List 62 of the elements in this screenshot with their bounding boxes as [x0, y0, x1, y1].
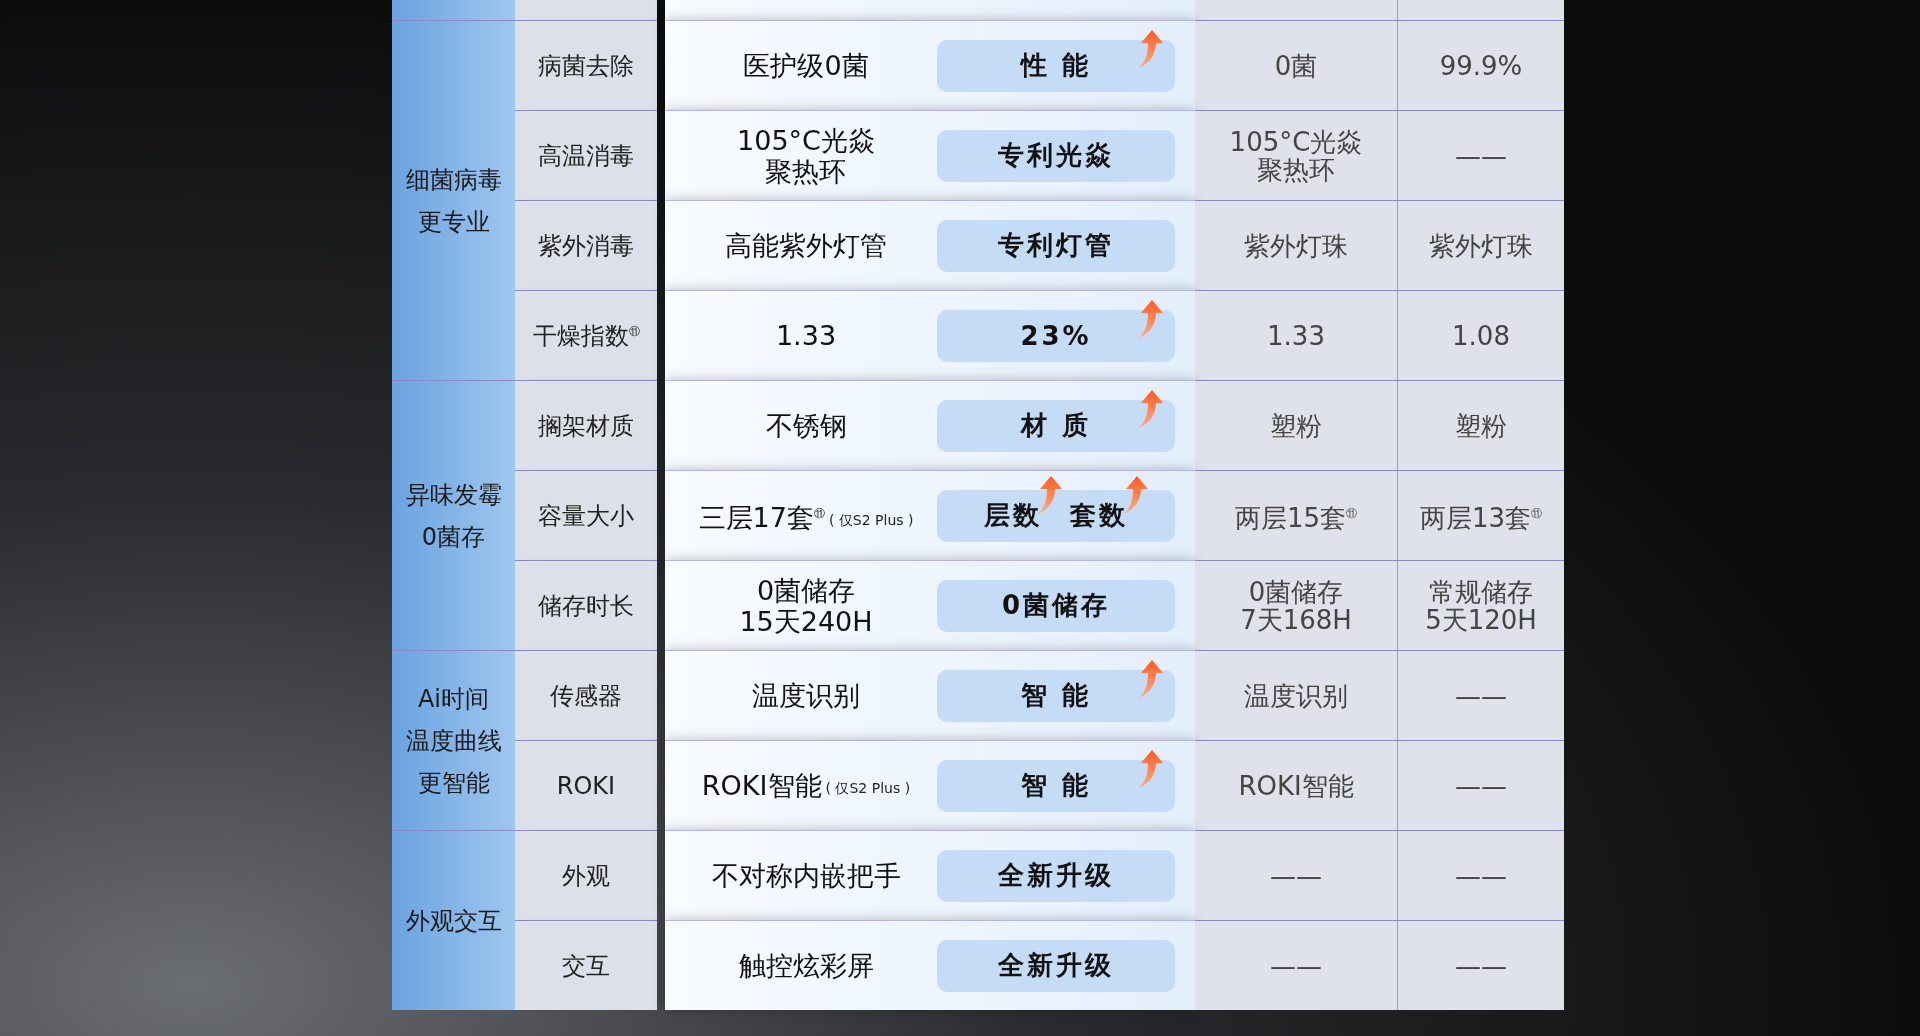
tag-label: 智 能	[1020, 769, 1092, 802]
competitor-value: 温度识别	[1244, 681, 1348, 710]
tag-label: 0菌储存	[1001, 589, 1111, 622]
competitor-value: 塑粉	[1270, 411, 1322, 440]
feature-label: 传感器	[550, 680, 622, 712]
spec-value: 三层17套$^{⑪}$	[698, 501, 825, 533]
tag-label: 智 能	[1020, 679, 1092, 712]
competitor-value: 105°C光焱 聚热环	[1229, 127, 1363, 184]
competitor-value: 1.33	[1267, 321, 1325, 350]
feature-label: 干燥指数$^{⑪}$	[532, 320, 640, 352]
competitor-value: 紫外灯珠	[1429, 231, 1533, 260]
spec-value: 不对称内嵌把手	[711, 860, 901, 891]
feature-label: ROKI	[556, 771, 616, 800]
feature-label: 容量大小	[538, 500, 634, 532]
tag-label: 全新升级	[998, 859, 1114, 892]
model-note: ( 仅S2 Plus )	[828, 512, 914, 530]
tag-label: 层数	[984, 499, 1042, 532]
spec-value: 0菌储存 15天240H	[739, 574, 873, 637]
feature-label: 搁架材质	[538, 410, 634, 442]
spec-value: 高能紫外灯管	[725, 230, 887, 261]
competitor-value: ——	[1455, 141, 1507, 170]
tag-label: 专利灯管	[998, 229, 1114, 262]
spec-value: 温度识别	[752, 680, 860, 711]
category-label: 细菌病毒 更专业	[405, 164, 502, 238]
model-note: ( 仅S2 Plus )	[825, 780, 911, 798]
competitor-value: 紫外灯珠	[1244, 231, 1348, 260]
competitor-value: ——	[1270, 951, 1322, 980]
competitor-value: 0菌储存 7天168H	[1240, 577, 1352, 634]
competitor-value: ——	[1270, 861, 1322, 890]
competitor-value: ROKI智能	[1238, 771, 1354, 800]
competitor-value: ——	[1455, 771, 1507, 800]
competitor-value: 1.08	[1452, 321, 1510, 350]
spec-value: 医护级0菌	[743, 50, 869, 81]
competitor-value: 0菌	[1274, 51, 1318, 80]
category-label: Ai时间 温度曲线 更智能	[405, 683, 502, 799]
spec-value: 1.33	[775, 320, 837, 351]
competitor-value: 两层15套$^{⑪}$	[1234, 501, 1358, 532]
feature-label: 高温消毒	[538, 140, 634, 172]
category-label: 异味发霉 0菌存	[405, 479, 502, 553]
spec-value: 不锈钢	[765, 410, 847, 441]
competitor-value: 两层13套$^{⑪}$	[1419, 501, 1543, 532]
competitor-value: 99.9%	[1439, 51, 1523, 80]
tag-label: 全新升级	[998, 949, 1114, 982]
spec-value: 触控炫彩屏	[738, 950, 874, 981]
feature-label: 储存时长	[538, 590, 634, 622]
competitor-value: ——	[1455, 861, 1507, 890]
competitor-value: 常规储存 5天120H	[1425, 577, 1537, 634]
tag-label: 套数	[1070, 499, 1128, 532]
competitor-value: 塑粉	[1455, 411, 1507, 440]
tag-label: 材 质	[1020, 409, 1092, 442]
feature-label: 外观	[562, 860, 610, 892]
category-label: 外观交互	[405, 905, 502, 937]
tag-label: 23%	[1020, 320, 1092, 351]
feature-label: 交互	[562, 950, 610, 982]
feature-label: 紫外消毒	[538, 230, 634, 262]
competitor-value: ——	[1455, 951, 1507, 980]
spec-value: 105°C光焱 聚热环	[737, 124, 875, 187]
tag-label: 性 能	[1020, 49, 1092, 82]
spec-value: ROKI智能	[701, 770, 822, 801]
competitor-value: ——	[1455, 681, 1507, 710]
feature-label: 病菌去除	[538, 50, 634, 82]
tag-label: 专利光焱	[998, 139, 1114, 172]
